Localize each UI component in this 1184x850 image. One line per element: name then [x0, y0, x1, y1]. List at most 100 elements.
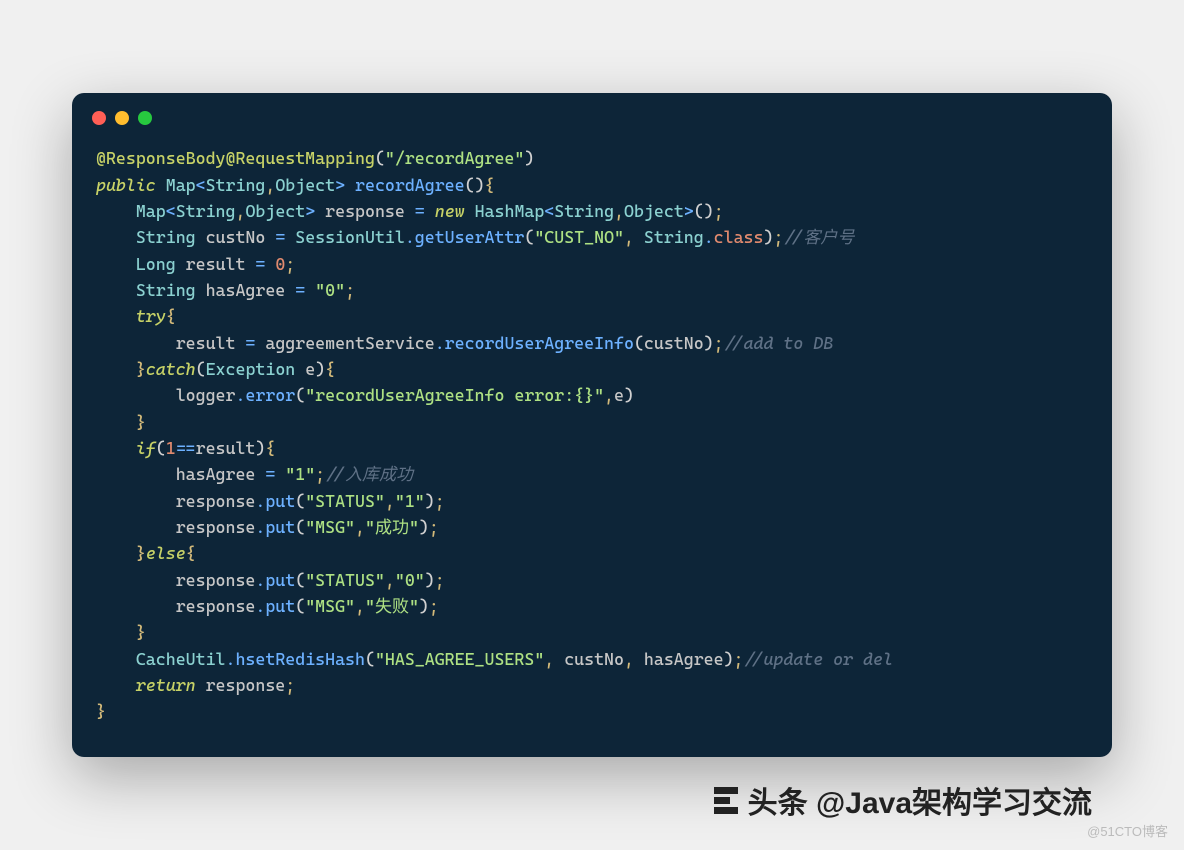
code-token: //add to DB	[724, 333, 834, 353]
code-token: 0	[275, 254, 285, 274]
code-token: .	[405, 227, 415, 247]
code-token	[96, 649, 136, 669]
code-token: >	[684, 201, 694, 221]
minimize-icon[interactable]	[115, 111, 129, 125]
code-line: }	[96, 619, 1088, 645]
code-token: (	[365, 649, 375, 669]
code-token: {	[485, 175, 495, 195]
code-token	[96, 543, 136, 563]
close-icon[interactable]	[92, 111, 106, 125]
code-token: "0"	[395, 570, 425, 590]
code-token: .	[255, 491, 265, 511]
code-token: response	[206, 675, 286, 695]
code-token: {	[186, 543, 196, 563]
code-token: catch	[146, 359, 196, 379]
window-titlebar	[72, 93, 1112, 133]
code-token: ,	[604, 385, 614, 405]
code-token	[96, 622, 136, 642]
code-token	[425, 201, 435, 221]
code-token: String	[136, 280, 196, 300]
code-token: =	[295, 280, 305, 300]
code-token: //update or del	[744, 649, 893, 669]
code-token: put	[265, 570, 295, 590]
code-token: =	[245, 333, 255, 353]
code-token: ;	[285, 254, 295, 274]
code-token: )	[704, 333, 714, 353]
code-token: custNo	[644, 333, 704, 353]
code-token	[96, 201, 136, 221]
code-token: String	[136, 227, 196, 247]
code-token: HashMap	[475, 201, 545, 221]
code-line: try{	[96, 303, 1088, 329]
code-line: }catch(Exception e){	[96, 356, 1088, 382]
code-token: ,	[355, 596, 365, 616]
code-token: "CUST_NO"	[534, 227, 624, 247]
code-line: String custNo = SessionUtil.getUserAttr(…	[96, 224, 1088, 250]
code-token: >	[335, 175, 345, 195]
code-token: SessionUtil	[295, 227, 405, 247]
code-token: (	[295, 596, 305, 616]
code-token: =	[275, 227, 285, 247]
code-line: Long result = 0;	[96, 251, 1088, 277]
code-window: @ResponseBody@RequestMapping("/recordAgr…	[72, 93, 1112, 757]
code-token: (	[295, 517, 305, 537]
code-token: return	[136, 675, 196, 695]
code-line: }	[96, 409, 1088, 435]
code-token: hasAgree	[644, 649, 724, 669]
code-token	[305, 280, 315, 300]
code-token: ;	[435, 491, 445, 511]
code-token	[265, 254, 275, 274]
code-token: result	[196, 438, 256, 458]
code-token: "/recordAgree"	[385, 148, 524, 168]
code-token	[465, 201, 475, 221]
code-token	[96, 254, 136, 274]
code-token: .	[235, 385, 245, 405]
code-token: ;	[285, 675, 295, 695]
code-token	[176, 254, 186, 274]
code-token: hasAgree	[176, 464, 266, 484]
code-token: //客户号	[783, 227, 854, 247]
code-token: ==	[176, 438, 196, 458]
code-token	[295, 359, 305, 379]
code-token: ;	[429, 596, 439, 616]
code-line: }else{	[96, 540, 1088, 566]
code-token: ;	[773, 227, 783, 247]
code-token: )	[255, 438, 265, 458]
code-token: {	[166, 306, 176, 326]
code-token: response	[176, 596, 256, 616]
code-token: custNo	[564, 649, 624, 669]
code-token: .	[226, 649, 236, 669]
code-token: }	[136, 412, 146, 432]
code-token: }	[136, 359, 146, 379]
code-token: ;	[435, 570, 445, 590]
code-token: )	[724, 649, 734, 669]
code-token: <	[196, 175, 206, 195]
code-token: CacheUtil	[136, 649, 226, 669]
code-token: put	[265, 596, 295, 616]
code-token: ;	[345, 280, 355, 300]
code-token: "STATUS"	[305, 491, 385, 511]
code-token: .	[704, 227, 714, 247]
code-token: ;	[714, 201, 724, 221]
code-token	[96, 227, 136, 247]
code-token: String	[206, 175, 266, 195]
code-token: ,	[355, 517, 365, 537]
code-token: ,	[614, 201, 624, 221]
code-token: (	[295, 385, 305, 405]
code-token: aggreementService	[265, 333, 434, 353]
code-token	[156, 175, 166, 195]
code-token	[275, 464, 285, 484]
code-token: error	[245, 385, 295, 405]
code-token	[96, 675, 136, 695]
code-token: .	[435, 333, 445, 353]
code-line: hasAgree = "1";//入库成功	[96, 461, 1088, 487]
code-token: put	[265, 517, 295, 537]
code-token: ,	[235, 201, 245, 221]
code-token: >	[305, 201, 315, 221]
code-token: Object	[624, 201, 684, 221]
maximize-icon[interactable]	[138, 111, 152, 125]
code-token: {	[325, 359, 335, 379]
code-token: ,	[544, 649, 564, 669]
code-token	[96, 517, 176, 537]
code-token: e	[614, 385, 624, 405]
